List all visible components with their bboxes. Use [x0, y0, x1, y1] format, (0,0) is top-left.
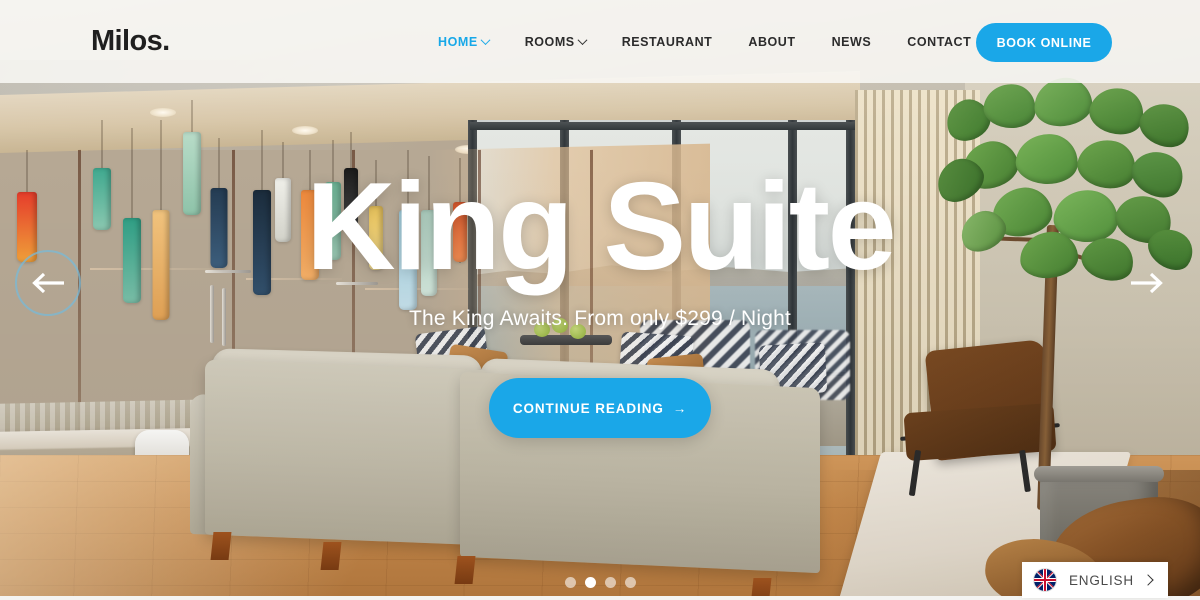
book-online-button[interactable]: BOOK ONLINE: [976, 23, 1112, 62]
downlight: [150, 108, 176, 117]
nav-item-label: ROOMS: [524, 34, 575, 49]
pendant-light: [452, 158, 468, 263]
site-logo[interactable]: Milos.: [91, 27, 170, 56]
slider-prev-button[interactable]: [15, 250, 81, 316]
hero-image-canvas: [0, 0, 1200, 600]
pendant-light: [252, 130, 272, 295]
decor-fruit: [534, 322, 550, 337]
pendant-light: [152, 120, 170, 320]
side-table: [520, 335, 612, 345]
sofa-leg: [210, 532, 232, 560]
decor-fruit: [552, 318, 568, 333]
decor-fruit: [570, 324, 586, 339]
nav-item-home[interactable]: HOME: [420, 0, 507, 83]
slider-dot-4[interactable]: [624, 577, 636, 588]
arrow-right-icon: [1131, 272, 1163, 294]
arrow-right-icon: →: [672, 400, 688, 416]
nav-item-label: HOME: [438, 34, 478, 49]
pendant-light: [300, 150, 320, 280]
pendant-light: [324, 140, 342, 260]
site-header: Milos. HOME ROOMS RESTAURANT ABOUT NEWS …: [0, 0, 1200, 83]
continue-reading-button[interactable]: CONTINUE READING →: [489, 378, 711, 438]
pendant-light: [182, 100, 202, 215]
pendant-light: [16, 150, 38, 262]
chevron-down-icon: [480, 35, 491, 46]
pendant-light: [274, 142, 292, 242]
slider-dot-3[interactable]: [604, 577, 616, 588]
pendant-light: [342, 132, 360, 232]
sofa-leg: [320, 542, 342, 570]
nav-item-label: RESTAURANT: [621, 34, 713, 49]
downlight: [292, 126, 318, 135]
arrow-left-icon: [32, 272, 64, 294]
uk-flag-icon: [1034, 569, 1056, 591]
hero-cta-wrapper: CONTINUE READING →: [0, 378, 1200, 438]
nav-item-label: NEWS: [831, 34, 872, 49]
chevron-right-icon: [1142, 574, 1154, 586]
pendant-light: [122, 128, 142, 303]
cabinet-handle: [210, 285, 214, 343]
pendant-light: [420, 156, 438, 296]
language-switcher[interactable]: ENGLISH: [1022, 562, 1168, 598]
chevron-down-icon: [577, 35, 588, 46]
pendant-light: [398, 150, 418, 310]
pendant-light: [92, 120, 112, 230]
nav-item-about[interactable]: ABOUT: [730, 0, 813, 83]
nav-item-contact[interactable]: CONTACT: [889, 0, 989, 83]
page-root: Milos. HOME ROOMS RESTAURANT ABOUT NEWS …: [0, 0, 1200, 600]
slider-dot-1[interactable]: [564, 577, 576, 588]
slider-next-button[interactable]: [1114, 250, 1180, 316]
language-label: ENGLISH: [1069, 572, 1134, 588]
pendant-light: [368, 160, 384, 270]
hero-background-image: [0, 0, 1200, 600]
page-bottom-edge: [0, 596, 1200, 600]
nav-item-restaurant[interactable]: RESTAURANT: [604, 0, 731, 83]
cabinet-handle: [205, 270, 251, 273]
slider-dot-2[interactable]: [584, 577, 596, 588]
cabinet-handle: [336, 282, 378, 285]
cabinet-handle: [222, 288, 226, 346]
continue-reading-label: CONTINUE READING: [512, 400, 664, 416]
plant-pot-rim: [1034, 466, 1164, 482]
slider-pagination: [0, 577, 1200, 588]
nav-item-rooms[interactable]: ROOMS: [507, 0, 604, 83]
nav-item-news[interactable]: NEWS: [814, 0, 890, 83]
pendant-light: [210, 138, 228, 268]
nav-item-label: CONTACT: [907, 34, 972, 49]
nav-item-label: ABOUT: [748, 34, 796, 49]
